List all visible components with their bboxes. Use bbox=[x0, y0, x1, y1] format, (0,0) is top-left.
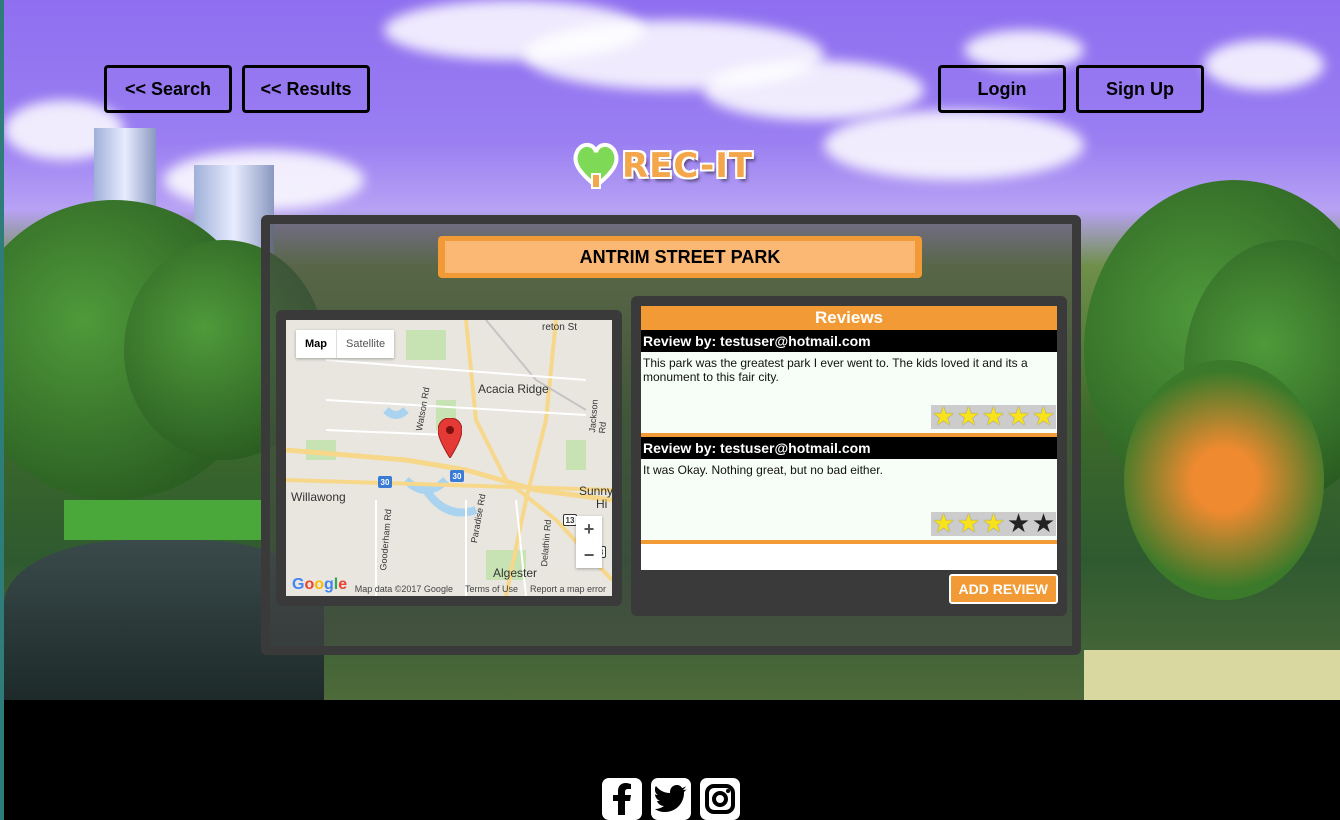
map-type-map-button[interactable]: Map bbox=[296, 330, 337, 358]
map-label: Hi bbox=[596, 497, 608, 511]
cloud bbox=[824, 110, 1084, 180]
report-map-error-link[interactable]: Report a map error bbox=[530, 584, 606, 594]
route-shield: 13 bbox=[563, 514, 577, 526]
map-container: Map Satellite Acacia Ridge Willawong Alg… bbox=[276, 310, 622, 606]
map-label: reton St bbox=[542, 322, 578, 333]
facebook-icon[interactable] bbox=[602, 778, 642, 820]
twitter-icon[interactable] bbox=[651, 778, 691, 820]
map-label: Acacia Ridge bbox=[478, 382, 549, 396]
map-roads bbox=[286, 320, 612, 596]
review-author: Review by: testuser@hotmail.com bbox=[641, 437, 1057, 459]
star-filled-icon: ★ bbox=[981, 401, 1006, 431]
lawn bbox=[64, 500, 264, 540]
star-filled-icon: ★ bbox=[981, 508, 1006, 538]
park-name: ANTRIM STREET PARK bbox=[445, 241, 915, 273]
review-author: Review by: testuser@hotmail.com bbox=[641, 330, 1057, 352]
map-type-satellite-button[interactable]: Satellite bbox=[337, 330, 394, 358]
map-marker-icon[interactable] bbox=[438, 418, 462, 458]
reviews-panel: Reviews Review by: testuser@hotmail.com … bbox=[631, 296, 1067, 616]
map-footer: Map data ©2017 Google Terms of Use Repor… bbox=[286, 582, 612, 596]
instagram-icon[interactable] bbox=[700, 778, 740, 820]
cloud bbox=[704, 60, 924, 120]
park-detail-panel: ANTRIM STREET PARK Map Satellite Acacia … bbox=[261, 215, 1081, 655]
back-to-search-button[interactable]: << Search bbox=[104, 65, 232, 113]
reviews-list[interactable]: Review by: testuser@hotmail.com This par… bbox=[641, 330, 1057, 570]
tree-heart-icon bbox=[573, 143, 619, 189]
review-item: Review by: testuser@hotmail.com This par… bbox=[641, 330, 1057, 437]
star-empty-icon: ★ bbox=[1006, 508, 1031, 538]
zoom-in-button[interactable]: + bbox=[576, 516, 602, 542]
terms-of-use-link[interactable]: Terms of Use bbox=[465, 584, 518, 594]
map-data-credit: Map data ©2017 Google bbox=[354, 584, 453, 594]
star-filled-icon: ★ bbox=[931, 401, 956, 431]
star-filled-icon: ★ bbox=[956, 508, 981, 538]
star-filled-icon: ★ bbox=[931, 508, 956, 538]
google-map[interactable]: Map Satellite Acacia Ridge Willawong Alg… bbox=[286, 320, 612, 596]
zoom-out-button[interactable]: − bbox=[576, 542, 602, 568]
review-text: This park was the greatest park I ever w… bbox=[643, 356, 1028, 384]
reviews-heading: Reviews bbox=[641, 306, 1057, 330]
star-filled-icon: ★ bbox=[956, 401, 981, 431]
add-review-button[interactable]: ADD REVIEW bbox=[948, 574, 1058, 604]
star-filled-icon: ★ bbox=[1031, 401, 1056, 431]
map-label: Jackson Rd bbox=[587, 399, 608, 434]
map-label: Algester bbox=[493, 566, 538, 580]
cloud bbox=[1204, 40, 1324, 90]
review-text: It was Okay. Nothing great, but no bad e… bbox=[643, 463, 883, 477]
map-zoom-control: + − bbox=[576, 516, 602, 568]
route-shield: 30 bbox=[450, 470, 464, 482]
map-label: Sunny bbox=[579, 484, 612, 498]
star-empty-icon: ★ bbox=[1031, 508, 1056, 538]
rec-it-logo[interactable]: REC-IT bbox=[566, 138, 774, 204]
cloud bbox=[964, 30, 1084, 70]
star-filled-icon: ★ bbox=[1006, 401, 1031, 431]
park-title-bar: ANTRIM STREET PARK bbox=[438, 236, 922, 278]
map-type-control: Map Satellite bbox=[296, 330, 395, 358]
map-label: Willawong bbox=[291, 490, 346, 504]
review-item: Review by: testuser@hotmail.com It was O… bbox=[641, 437, 1057, 544]
star-rating: ★ ★ ★ ★ ★ bbox=[931, 401, 1056, 431]
back-to-results-button[interactable]: << Results bbox=[242, 65, 370, 113]
footpath bbox=[1084, 650, 1340, 700]
star-rating: ★ ★ ★ ★ ★ bbox=[931, 508, 1056, 538]
flowering-tree bbox=[1124, 360, 1324, 600]
logo-text: REC-IT bbox=[622, 146, 754, 186]
login-button[interactable]: Login bbox=[938, 65, 1066, 113]
signup-button[interactable]: Sign Up bbox=[1076, 65, 1204, 113]
route-shield: 30 bbox=[378, 476, 392, 488]
